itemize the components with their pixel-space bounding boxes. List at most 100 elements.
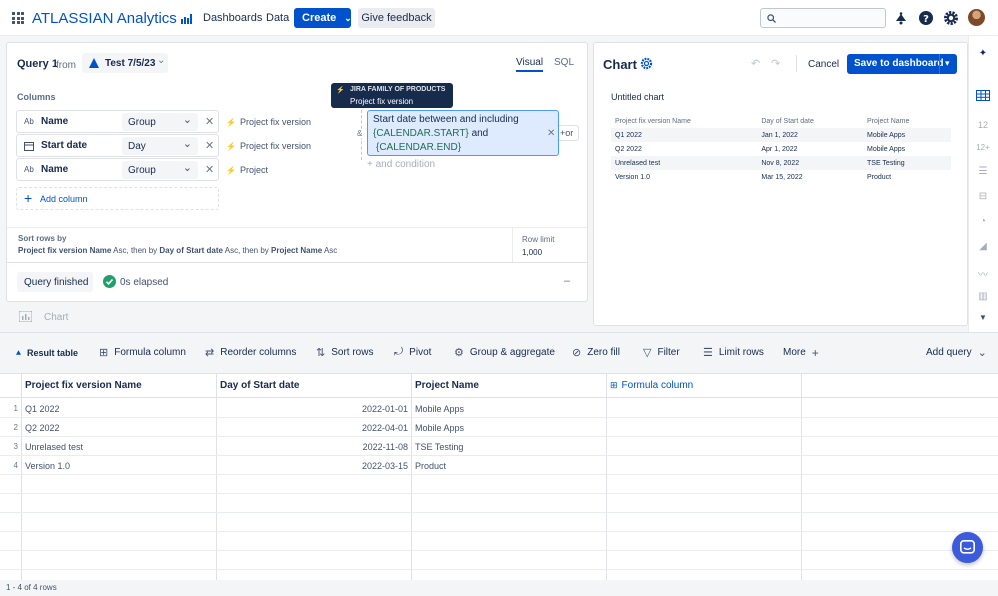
- funnel-chart-icon[interactable]: ☰: [975, 166, 991, 180]
- aggregation-select[interactable]: Group: [122, 161, 198, 179]
- line-chart-icon[interactable]: 〰: [975, 266, 991, 281]
- add-query-button[interactable]: Add query ⌄: [918, 342, 987, 363]
- calendar-icon: [24, 142, 34, 151]
- aggregation-select[interactable]: Day: [122, 137, 198, 155]
- column-header[interactable]: Project fix version Name: [21, 374, 217, 398]
- single-value-icon[interactable]: 12: [975, 120, 991, 134]
- horizontal-bar-icon[interactable]: ⊟: [975, 191, 991, 205]
- data-source-name: Test 7/5/23: [105, 58, 156, 69]
- table-cell[interactable]: 2022-01-01: [220, 404, 408, 414]
- empty-header: [801, 374, 998, 398]
- result-table: Project fix version Name Day of Start da…: [0, 373, 998, 580]
- analytics-chart-icon: [180, 14, 192, 24]
- remove-column-icon[interactable]: ✕: [205, 163, 214, 176]
- add-condition-button[interactable]: + and condition: [367, 159, 435, 170]
- redo-icon[interactable]: ↷: [771, 57, 780, 70]
- row-limit-value[interactable]: 1,000: [522, 248, 542, 257]
- column-source: Project: [226, 165, 268, 175]
- chevron-down-icon: ⌄: [344, 12, 352, 23]
- user-avatar[interactable]: [968, 9, 985, 26]
- table-cell[interactable]: Q1 2022: [25, 404, 60, 414]
- more-button[interactable]: More +: [775, 342, 825, 363]
- sort-part: Asc: [322, 246, 338, 255]
- zero-fill-button[interactable]: ⊘ Zero fill: [564, 342, 630, 363]
- single-value-compare-icon[interactable]: 12+: [975, 143, 991, 157]
- chart-step-label[interactable]: Chart: [44, 312, 68, 323]
- scroll-down-icon[interactable]: ▼: [975, 313, 991, 327]
- tab-sql[interactable]: SQL: [554, 57, 574, 68]
- notifications-icon[interactable]: [893, 10, 909, 26]
- limit-rows-button[interactable]: ☰ Limit rows: [695, 342, 771, 363]
- group-aggregate-button[interactable]: ⚙ Group & aggregate: [446, 342, 559, 363]
- condition-prefix: Start date between and including: [373, 114, 519, 125]
- or-condition-button[interactable]: +or: [559, 125, 579, 141]
- create-button[interactable]: Create ⌄: [294, 8, 352, 28]
- table-viz-icon[interactable]: [976, 90, 990, 101]
- jira-logo-icon: [89, 58, 99, 68]
- chat-support-button[interactable]: [952, 532, 983, 563]
- sort-description[interactable]: Project fix version Name Asc, then by Da…: [18, 246, 337, 255]
- query-status-button[interactable]: Query finished: [17, 272, 93, 292]
- collapse-icon[interactable]: –: [564, 275, 570, 287]
- magic-wand-icon[interactable]: ✦: [975, 48, 991, 62]
- reorder-columns-button[interactable]: ⇄ Reorder columns: [197, 342, 304, 363]
- table-cell[interactable]: 2022-11-08: [220, 442, 408, 452]
- give-feedback-button[interactable]: Give feedback: [358, 8, 435, 28]
- cancel-button[interactable]: Cancel: [808, 59, 839, 70]
- chevron-down-icon[interactable]: ▾: [945, 58, 950, 69]
- column-name: Start date: [41, 140, 88, 151]
- table-cell[interactable]: Q2 2022: [25, 423, 60, 433]
- chart-title[interactable]: Untitled chart: [611, 92, 664, 102]
- undo-icon[interactable]: ↶: [751, 57, 760, 70]
- pie-chart-icon[interactable]: ◔: [975, 216, 991, 230]
- column-row[interactable]: Ab Name Group ✕: [16, 110, 219, 133]
- app-switcher-icon[interactable]: [12, 12, 24, 24]
- chart-preview-row: Version 1.0 Mar 15, 2022 Product: [611, 170, 951, 184]
- table-cell[interactable]: TSE Testing: [415, 442, 463, 452]
- table-cell[interactable]: Unrelased test: [25, 442, 83, 452]
- chart-panel-title: Chart: [603, 57, 637, 72]
- svg-text:?: ?: [923, 14, 929, 25]
- table-cell[interactable]: 2022-03-15: [220, 461, 408, 471]
- column-header[interactable]: Project Name: [411, 374, 607, 398]
- remove-condition-icon[interactable]: ✕: [547, 127, 555, 141]
- column-row[interactable]: Start date Day ✕: [16, 134, 219, 157]
- sort-rows-button[interactable]: ⇅ Sort rows: [308, 342, 381, 363]
- area-chart-icon[interactable]: ◢: [975, 241, 991, 255]
- formula-column-header[interactable]: ⊞ Formula column: [606, 374, 802, 398]
- chart-cell: Mobile Apps: [863, 128, 951, 142]
- filter-button[interactable]: ▽ Filter: [635, 342, 690, 363]
- remove-column-icon[interactable]: ✕: [205, 139, 214, 152]
- chart-preview-row: Q2 2022 Apr 1, 2022 Mobile Apps: [611, 142, 951, 156]
- group-icon: ⚙: [454, 347, 464, 359]
- aggregation-select[interactable]: Group: [122, 113, 198, 131]
- divider: [0, 550, 998, 551]
- result-table-button[interactable]: Result table: [10, 342, 86, 363]
- table-cell[interactable]: Version 1.0: [25, 461, 70, 471]
- column-row[interactable]: Ab Name Group ✕: [16, 158, 219, 181]
- formula-column-button[interactable]: ⊞ Formula column: [91, 342, 192, 363]
- pivot-button[interactable]: ⤾ Pivot: [386, 342, 441, 363]
- settings-gear-icon[interactable]: [943, 10, 959, 26]
- nav-data[interactable]: Data: [266, 12, 289, 24]
- table-cell[interactable]: Mobile Apps: [415, 404, 464, 414]
- sort-part: Day of Start date: [159, 246, 223, 255]
- column-header[interactable]: Day of Start date: [216, 374, 412, 398]
- save-to-dashboard-button[interactable]: Save to dashboard ▾: [847, 54, 957, 74]
- data-source-selector[interactable]: Test 7/5/23 ⌄: [82, 53, 168, 73]
- jira-icon: ⚡: [336, 87, 345, 94]
- search-input[interactable]: [760, 8, 886, 28]
- remove-column-icon[interactable]: ✕: [205, 115, 214, 128]
- bar-chart-icon[interactable]: ▥: [975, 291, 991, 305]
- add-column-button[interactable]: + Add column: [16, 187, 219, 210]
- tab-visual[interactable]: Visual: [516, 57, 544, 72]
- nav-dashboards[interactable]: Dashboards: [203, 12, 262, 24]
- atlassian-analytics-logo[interactable]: ATLASSIAN Analytics: [32, 10, 193, 27]
- table-cell[interactable]: Product: [415, 461, 446, 471]
- filter-condition[interactable]: Start date between and including {CALEND…: [367, 110, 559, 156]
- table-cell[interactable]: 2022-04-01: [220, 423, 408, 433]
- chart-settings-gear-icon[interactable]: [640, 57, 653, 70]
- help-icon[interactable]: ?: [918, 10, 934, 26]
- plus-icon: +: [811, 345, 819, 360]
- table-cell[interactable]: Mobile Apps: [415, 423, 464, 433]
